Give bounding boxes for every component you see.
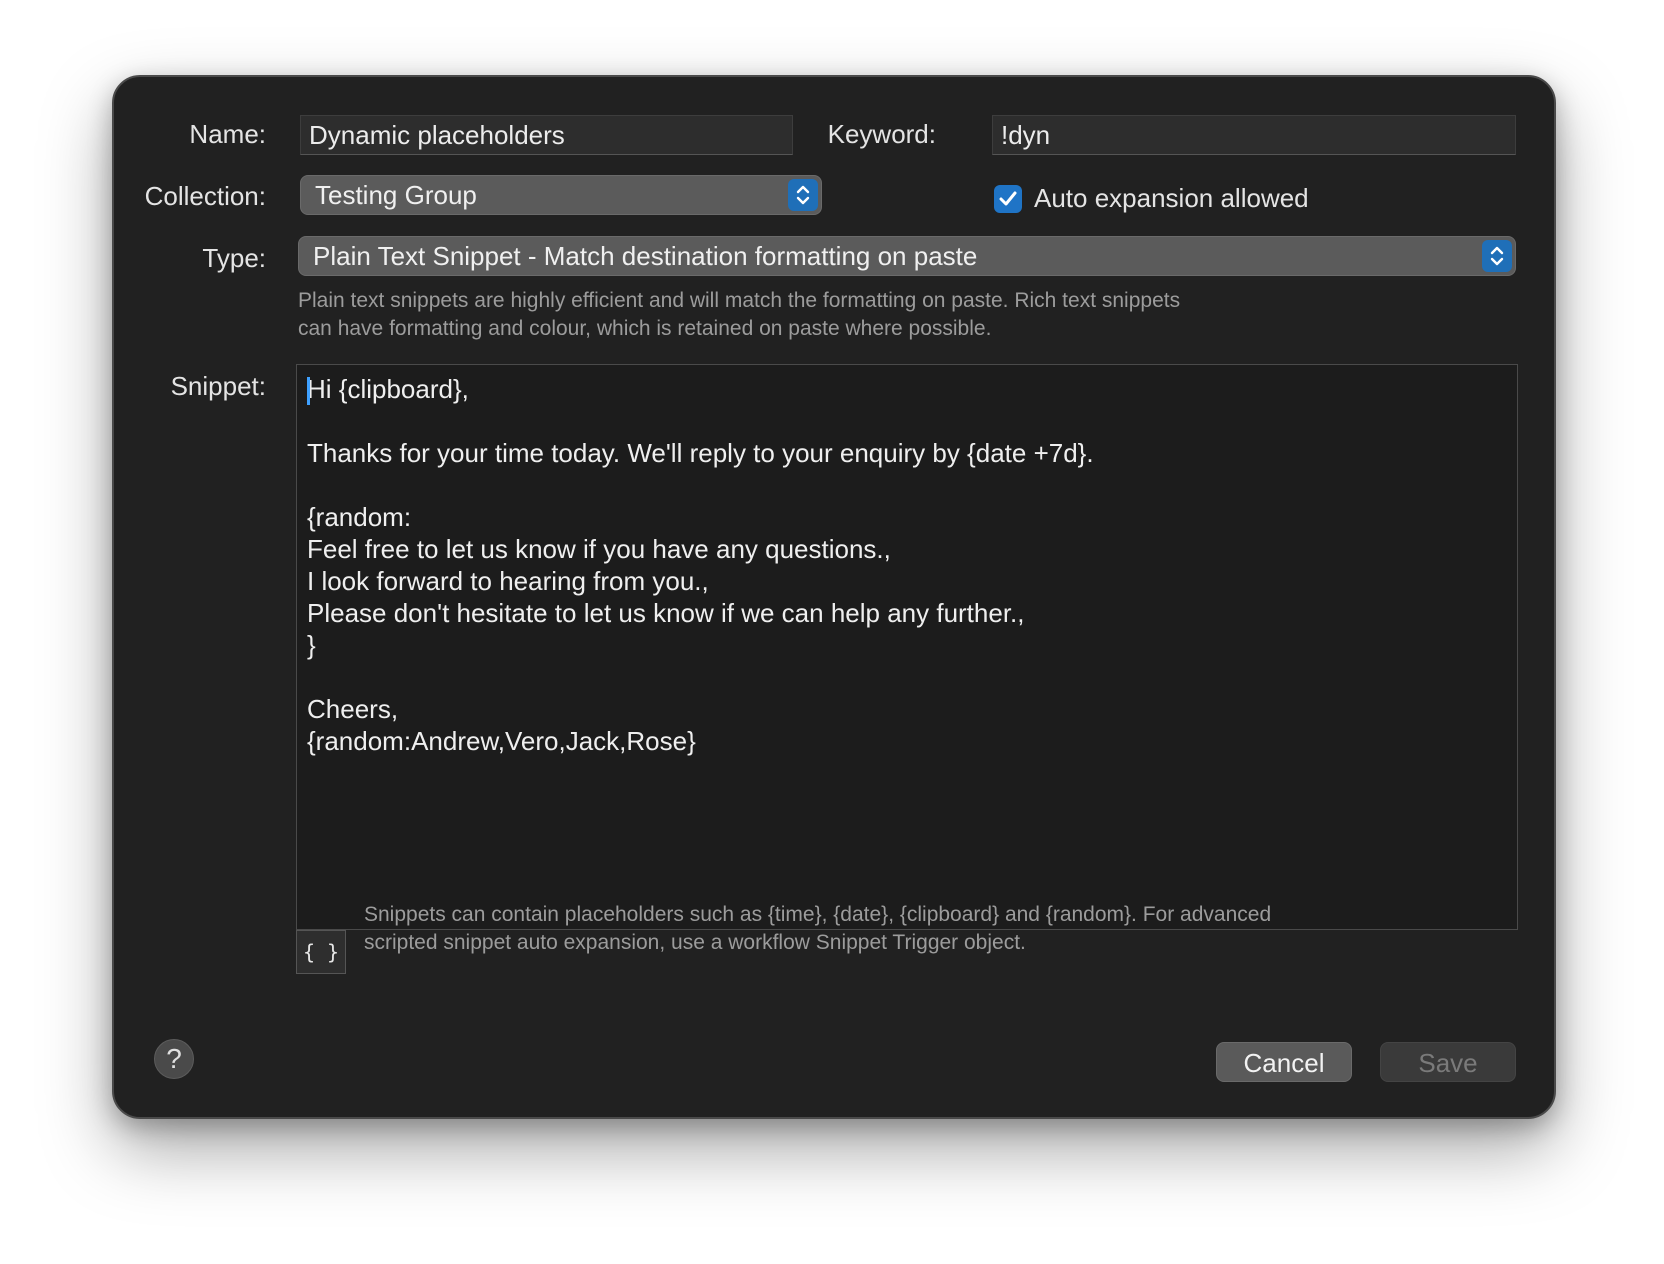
edit-snippet-dialog: Name: Keyword: Collection: Testing Group… <box>112 75 1556 1119</box>
snippet-line: Please don't hesitate to let us know if … <box>307 598 1025 628</box>
keyword-label: Keyword: <box>827 119 936 149</box>
collection-value: Testing Group <box>315 180 477 210</box>
type-help-text: Plain text snippets are highly efficient… <box>298 287 1448 343</box>
snippet-line: {random: <box>307 502 412 532</box>
cancel-button[interactable]: Cancel <box>1216 1042 1352 1082</box>
snippet-line: {random:Andrew,Vero,Jack,Rose} <box>307 726 696 756</box>
snippet-line <box>307 469 1507 501</box>
placeholder-help-line: Snippets can contain placeholders such a… <box>364 903 1272 926</box>
collection-popup[interactable]: Testing Group <box>300 175 822 215</box>
insert-placeholder-button[interactable]: { } <box>296 930 346 974</box>
type-popup[interactable]: Plain Text Snippet - Match destination f… <box>298 236 1516 276</box>
type-label: Type: <box>202 243 266 273</box>
snippet-line: Hi {clipboard}, <box>307 374 469 404</box>
type-value: Plain Text Snippet - Match destination f… <box>313 241 978 271</box>
type-help-line: can have formatting and colour, which is… <box>298 317 992 340</box>
snippet-line: Thanks for your time today. We'll reply … <box>307 438 1094 468</box>
chevron-up-down-icon <box>1482 240 1512 272</box>
text-caret <box>307 377 310 405</box>
snippet-line: I look forward to hearing from you., <box>307 566 709 596</box>
auto-expansion-label[interactable]: Auto expansion allowed <box>1034 183 1309 214</box>
snippet-line <box>307 405 1507 437</box>
snippet-line: Feel free to let us know if you have any… <box>307 534 891 564</box>
snippet-line: Cheers, <box>307 694 399 724</box>
name-label: Name: <box>189 119 266 149</box>
snippet-line <box>307 661 1507 693</box>
auto-expansion-checkbox[interactable] <box>994 185 1022 213</box>
save-button[interactable]: Save <box>1380 1042 1516 1082</box>
name-input[interactable] <box>300 115 793 155</box>
help-button[interactable]: ? <box>154 1039 194 1079</box>
keyword-input[interactable] <box>992 115 1516 155</box>
snippet-line: } <box>307 630 316 660</box>
collection-label: Collection: <box>144 181 266 211</box>
placeholder-help-text: Snippets can contain placeholders such a… <box>364 901 1514 957</box>
checkmark-icon <box>999 191 1017 206</box>
chevron-up-down-icon <box>788 179 818 211</box>
snippet-label: Snippet: <box>170 371 266 401</box>
type-help-line: Plain text snippets are highly efficient… <box>298 289 1181 312</box>
placeholder-help-line: scripted snippet auto expansion, use a w… <box>364 931 1026 954</box>
snippet-editor[interactable]: Hi {clipboard}, Thanks for your time tod… <box>296 364 1518 930</box>
